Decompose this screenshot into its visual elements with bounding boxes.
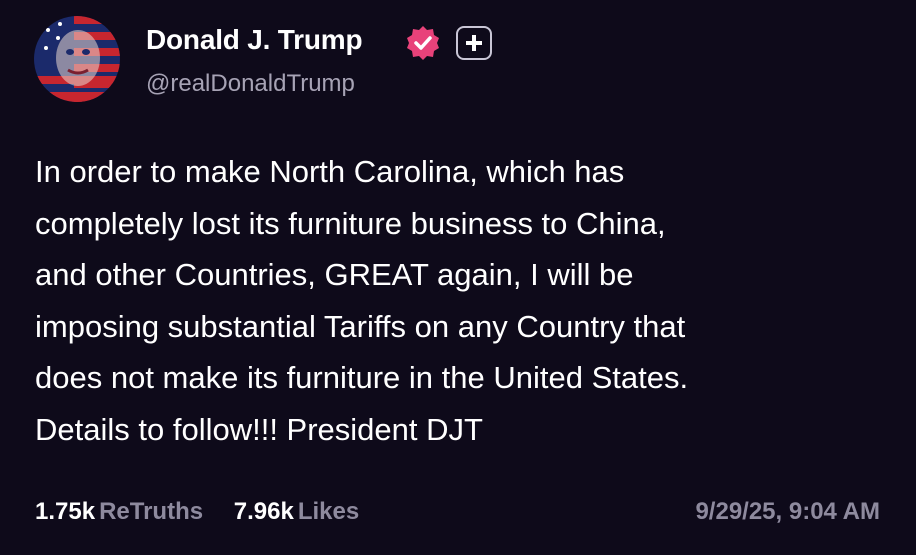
post-text: In order to make North Carolina, which h… bbox=[35, 146, 895, 455]
post-stats: 1.75k ReTruths 7.96k Likes bbox=[35, 498, 383, 526]
post-text-line: completely lost its furniture business t… bbox=[35, 205, 666, 241]
post-timestamp[interactable]: 9/29/25, 9:04 AM bbox=[695, 498, 880, 526]
likes-stat[interactable]: 7.96k Likes bbox=[234, 498, 359, 526]
display-name[interactable]: Donald J. Trump bbox=[146, 24, 363, 56]
retruths-count: 1.75k bbox=[35, 498, 96, 525]
flag-portrait-icon bbox=[34, 16, 120, 102]
post-text-line: does not make its furniture in the Unite… bbox=[35, 360, 689, 395]
plus-icon bbox=[466, 35, 482, 51]
user-handle[interactable]: @realDonaldTrump bbox=[146, 70, 355, 98]
post-text-line: and other Countries, GREAT again, I will… bbox=[35, 257, 634, 292]
post-text-line: Details to follow!!! President DJT bbox=[35, 411, 483, 447]
verified-badge-icon bbox=[404, 24, 442, 62]
retruths-stat[interactable]: 1.75k ReTruths bbox=[35, 498, 203, 526]
post-text-line: imposing substantial Tariffs on any Coun… bbox=[35, 308, 686, 344]
follow-button[interactable] bbox=[456, 26, 492, 60]
post-text-line: In order to make North Carolina, which h… bbox=[35, 154, 625, 189]
post-card: Donald J. Trump @realDonaldTrump In orde… bbox=[0, 0, 916, 555]
likes-label: Likes bbox=[297, 498, 360, 525]
retruths-label: ReTruths bbox=[99, 498, 204, 525]
likes-count: 7.96k bbox=[233, 498, 294, 525]
avatar[interactable] bbox=[34, 16, 120, 102]
